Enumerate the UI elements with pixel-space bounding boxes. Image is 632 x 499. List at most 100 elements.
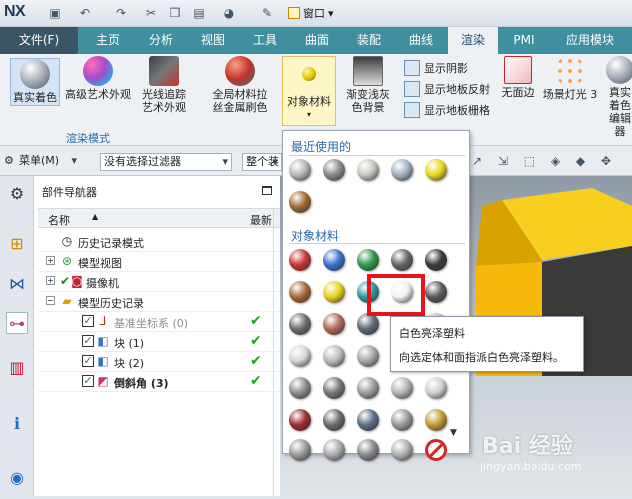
material-swatch[interactable]: [391, 439, 413, 461]
material-swatch[interactable]: [425, 281, 447, 303]
scene-light-button[interactable]: 场景灯光 3: [542, 56, 598, 101]
show-shadow-button[interactable]: 显示阴影: [404, 58, 468, 77]
tab-render[interactable]: 渲染: [448, 27, 498, 54]
visibility-checkbox[interactable]: ✓: [82, 315, 94, 327]
window-menu[interactable]: 窗口 ▾: [288, 5, 334, 21]
show-floor-reflection-button[interactable]: 显示地板反射: [404, 79, 490, 98]
part-navigator-icon[interactable]: ⊶: [6, 312, 28, 334]
snap-toolbar-icons[interactable]: ↗ ⇲ ⬚ ◈ ◆ ✥: [472, 154, 617, 168]
material-tooltip: 白色亮泽塑料 向选定体和面指派白色亮泽塑料。: [390, 316, 584, 372]
copy-icon[interactable]: ❐: [166, 4, 184, 22]
no-face-edge-button[interactable]: 无面边: [498, 56, 538, 99]
material-swatch[interactable]: [425, 377, 447, 399]
material-swatch[interactable]: [323, 409, 345, 431]
material-swatch[interactable]: [357, 409, 379, 431]
true-shading-button[interactable]: 真实着色: [10, 58, 60, 106]
tab-view[interactable]: 视图: [190, 27, 236, 54]
material-swatch[interactable]: [357, 439, 379, 461]
column-latest[interactable]: 最新: [250, 212, 272, 228]
info-icon[interactable]: ℹ: [6, 412, 28, 434]
material-swatch[interactable]: [323, 345, 345, 367]
tree-row-model-views[interactable]: + ⊛ 模型视图: [38, 252, 280, 272]
material-swatch[interactable]: [425, 409, 447, 431]
save-icon[interactable]: ▣: [46, 4, 64, 22]
sort-ascending-icon[interactable]: ▲: [92, 212, 98, 221]
expand-icon[interactable]: +: [46, 276, 55, 285]
tab-tools[interactable]: 工具: [242, 27, 288, 54]
material-swatch[interactable]: [323, 249, 345, 271]
material-swatch[interactable]: [323, 313, 345, 335]
material-swatch[interactable]: [357, 313, 379, 335]
material-swatch[interactable]: [323, 159, 345, 181]
material-swatch[interactable]: [289, 249, 311, 271]
tab-file[interactable]: 文件(F): [0, 27, 78, 54]
material-swatch[interactable]: [289, 345, 311, 367]
material-swatch[interactable]: [357, 159, 379, 181]
tree-row-history-mode[interactable]: ◷ 历史记录模式: [38, 232, 280, 252]
menu-button[interactable]: 菜单(M): [16, 153, 80, 171]
tab-home[interactable]: 主页: [84, 27, 132, 54]
tree-row-chamfer-3[interactable]: ✓ ◩ 倒斜角 (3) ✔: [38, 372, 280, 392]
paste-icon[interactable]: ▤: [190, 4, 208, 22]
assembly-scope-combo[interactable]: 整个装配: [242, 153, 282, 171]
global-material-button[interactable]: 全局材料拉丝金属刷色: [206, 56, 274, 114]
reuse-library-icon[interactable]: ▥: [6, 356, 28, 378]
material-swatch[interactable]: [323, 439, 345, 461]
render-style-icon[interactable]: ◕: [220, 4, 238, 22]
visibility-checkbox[interactable]: ✓: [82, 355, 94, 367]
show-floor-grid-button[interactable]: 显示地板栅格: [404, 100, 490, 119]
tab-application[interactable]: 应用模块: [552, 27, 628, 54]
tree-row-datum-csys[interactable]: ✓ ⅃ 基准坐标系 (0) ✔: [38, 312, 280, 332]
visibility-checkbox[interactable]: ✓: [82, 335, 94, 347]
assembly-navigator-icon[interactable]: ⊞: [6, 232, 28, 254]
tab-assembly[interactable]: 装配: [346, 27, 392, 54]
true-shading-editor-button[interactable]: 真实着色编辑器: [600, 56, 632, 138]
tab-curve[interactable]: 曲线: [398, 27, 444, 54]
tab-analysis[interactable]: 分析: [138, 27, 184, 54]
material-swatch[interactable]: [391, 377, 413, 399]
material-swatch[interactable]: [425, 249, 447, 271]
scroll-down-icon[interactable]: ▼: [450, 428, 457, 438]
object-material-button[interactable]: 对象材料 ▾: [282, 56, 336, 126]
selection-filter-combo[interactable]: 没有选择过滤器: [100, 153, 232, 171]
material-swatch[interactable]: [425, 159, 447, 181]
gradient-background-button[interactable]: 渐变浅灰色背景: [340, 56, 396, 114]
material-swatch[interactable]: [289, 159, 311, 181]
restore-icon[interactable]: [262, 186, 272, 195]
material-swatch[interactable]: [289, 313, 311, 335]
material-swatch[interactable]: [391, 159, 413, 181]
material-swatch[interactable]: [289, 377, 311, 399]
material-swatch[interactable]: [289, 439, 311, 461]
tree-row-block-2[interactable]: ✓ ◧ 块 (2) ✔: [38, 352, 280, 372]
tab-surface[interactable]: 曲面: [294, 27, 340, 54]
material-swatch[interactable]: [357, 345, 379, 367]
visibility-checkbox[interactable]: ✓: [82, 375, 94, 387]
material-swatch[interactable]: [289, 281, 311, 303]
redo-icon[interactable]: ↷: [112, 4, 130, 22]
gear-icon[interactable]: ⚙: [4, 154, 14, 167]
tab-pmi[interactable]: PMI: [502, 27, 546, 54]
material-swatch[interactable]: [289, 409, 311, 431]
tree-row-block-1[interactable]: ✓ ◧ 块 (1) ✔: [38, 332, 280, 352]
collapse-icon[interactable]: −: [46, 296, 55, 305]
material-swatch[interactable]: [391, 249, 413, 271]
material-swatch[interactable]: [357, 377, 379, 399]
material-swatch[interactable]: [289, 191, 311, 213]
web-browser-icon[interactable]: ◉: [6, 466, 28, 488]
advanced-art-button[interactable]: 高级艺术外观: [62, 56, 134, 101]
touch-mode-icon[interactable]: ✎: [258, 4, 276, 22]
undo-icon[interactable]: ↶: [76, 4, 94, 22]
expand-icon[interactable]: +: [46, 256, 55, 265]
tree-row-camera[interactable]: + ✔ ◙ 摄像机: [38, 272, 280, 292]
constraint-navigator-icon[interactable]: ⋈: [6, 272, 28, 294]
column-name[interactable]: 名称: [48, 212, 70, 228]
settings-icon[interactable]: ⚙: [6, 182, 28, 204]
none-material-icon[interactable]: [425, 439, 447, 461]
cut-icon[interactable]: ✂: [142, 4, 160, 22]
material-swatch[interactable]: [357, 249, 379, 271]
material-swatch[interactable]: [391, 409, 413, 431]
tree-row-model-history[interactable]: − ▰ 模型历史记录: [38, 292, 280, 312]
material-swatch[interactable]: [323, 281, 345, 303]
material-swatch[interactable]: [323, 377, 345, 399]
ray-trace-button[interactable]: 光线追踪艺术外观: [136, 56, 192, 114]
